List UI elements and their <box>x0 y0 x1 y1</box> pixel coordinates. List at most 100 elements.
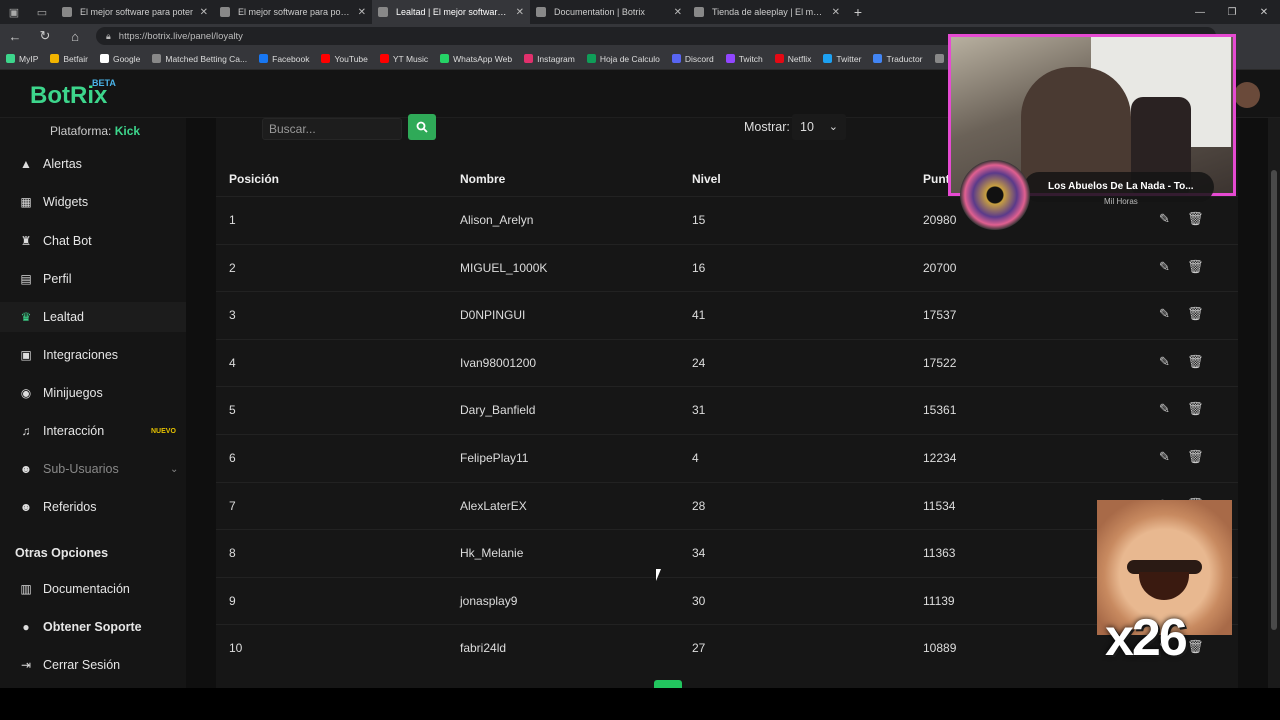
maximize-icon[interactable]: ❐ <box>1216 7 1248 18</box>
grid-icon: ▦ <box>20 195 32 209</box>
bookmark-icon <box>152 54 162 63</box>
close-tab-icon[interactable]: ✕ <box>674 7 682 18</box>
warning-icon: ▲ <box>20 157 32 171</box>
sidebar-item-chat-bot[interactable]: ♜ Chat Bot <box>0 226 186 256</box>
bookmark-label: Netflix <box>787 53 812 64</box>
bookmark-item[interactable]: Betfair <box>50 54 88 64</box>
browser-tab[interactable]: Tienda de aleeplay | El mejor softw ✕ <box>688 0 846 24</box>
sidebar-item-sub-usuarios[interactable]: ☻ Sub-Usuarios ⌄ <box>0 454 186 484</box>
sidebar-item-label: Interacción <box>43 424 105 438</box>
cell-points: 11363 <box>923 546 956 561</box>
delete-trash-icon[interactable]: 🗑︎ <box>1187 306 1204 322</box>
bookmark-item[interactable]: Netflix <box>774 53 812 64</box>
edit-pencil-icon[interactable]: ✎ <box>1159 306 1170 322</box>
bookmark-item[interactable]: Traductor <box>873 54 923 64</box>
edit-pencil-icon[interactable]: ✎ <box>1159 354 1170 370</box>
tab-actions-icon[interactable]: ▭ <box>28 0 56 24</box>
sidebar-item-label: Documentación <box>43 582 130 596</box>
header-name[interactable]: Nombre <box>460 172 505 186</box>
browser-menu-icon[interactable]: ▣ <box>0 0 28 24</box>
favicon-icon <box>536 7 546 17</box>
sidebar-item-documentaci-n[interactable]: ▥ Documentación <box>0 574 186 604</box>
sidebar-item-referidos[interactable]: ☻ Referidos <box>0 492 186 522</box>
bookmark-label: MyIP <box>19 53 39 64</box>
edit-pencil-icon[interactable]: ✎ <box>1159 259 1170 275</box>
sidebar-item-widgets[interactable]: ▦ Widgets <box>0 187 186 217</box>
delete-trash-icon[interactable]: 🗑︎ <box>1187 354 1204 370</box>
bookmark-item[interactable]: YT Music <box>379 54 428 64</box>
home-icon[interactable]: ⌂ <box>60 29 90 44</box>
sidebar-item-perfil[interactable]: ▤ Perfil <box>0 264 186 294</box>
delete-trash-icon[interactable]: 🗑︎ <box>1187 401 1204 417</box>
search-input[interactable]: Buscar... <box>262 118 402 140</box>
header-position[interactable]: Posición <box>229 172 279 186</box>
cell-name: jonasplay9 <box>460 593 518 608</box>
bookmark-label: Twitter <box>836 53 862 64</box>
sidebar-item-label: Minijuegos <box>43 386 103 400</box>
scrollbar-thumb[interactable] <box>1271 170 1277 630</box>
sidebar-item-integraciones[interactable]: ▣ Integraciones <box>0 340 186 370</box>
close-tab-icon[interactable]: ✕ <box>516 7 524 18</box>
bookmark-item[interactable]: Twitch <box>725 54 763 64</box>
beta-badge: BETA <box>92 78 116 88</box>
sidebar-item-label: Widgets <box>43 195 89 209</box>
bookmark-item[interactable]: Matched Betting Ca... <box>152 54 247 64</box>
bookmark-item[interactable]: Facebook <box>259 54 309 64</box>
id-card-icon: ▤ <box>20 272 32 286</box>
bookmark-item[interactable]: YouTube <box>321 54 368 64</box>
platform-value: Kick <box>114 124 141 138</box>
other-options-title: Otras Opciones <box>15 546 109 560</box>
sidebar-item-label: Chat Bot <box>43 234 92 248</box>
close-tab-icon[interactable]: ✕ <box>358 7 366 18</box>
bookmark-item[interactable]: MyIP <box>6 54 38 64</box>
close-tab-icon[interactable]: ✕ <box>200 7 208 18</box>
cell-position: 8 <box>229 546 236 561</box>
bookmark-item[interactable]: Google <box>99 54 140 64</box>
delete-trash-icon[interactable]: 🗑︎ <box>1187 259 1204 275</box>
delete-trash-icon[interactable]: 🗑︎ <box>1187 449 1204 465</box>
cell-name: Hk_Melanie <box>460 546 524 561</box>
show-entries-select[interactable]: 10 ⌄ <box>792 114 846 140</box>
sidebar-item-interacci-n[interactable]: ♫ Interacción NUEVO <box>0 416 186 446</box>
reload-icon[interactable]: ↻ <box>30 28 60 44</box>
bookmark-item[interactable]: WhatsApp Web <box>440 54 512 64</box>
botrix-logo[interactable]: BotRix BETA <box>30 78 116 110</box>
browser-tab[interactable]: Lealtad | El mejor software para p ✕ <box>372 0 530 24</box>
close-tab-icon[interactable]: ✕ <box>832 7 840 18</box>
bookmark-item[interactable]: Twitter <box>823 54 861 64</box>
page-scrollbar[interactable] <box>1268 118 1280 688</box>
search-button[interactable] <box>408 114 436 140</box>
minimize-icon[interactable]: — <box>1184 7 1216 18</box>
cell-position: 2 <box>229 260 236 275</box>
sidebar-item-alertas[interactable]: ▲ Alertas <box>0 149 186 179</box>
sidebar-item-obtener-soporte[interactable]: ● Obtener Soporte <box>0 612 186 642</box>
sidebar-item-cerrar-sesi-n[interactable]: ⇥ Cerrar Sesión <box>0 650 186 680</box>
bookmark-label: Discord <box>684 53 714 64</box>
back-icon[interactable]: ← <box>0 29 30 44</box>
chevron-down-icon[interactable]: ⌄ <box>170 464 178 475</box>
table-row: 2 MIGUEL_1000K 16 20700 ✎ 🗑︎ <box>216 243 1238 291</box>
bookmark-label: Matched Betting Ca... <box>165 53 248 64</box>
cell-points: 20700 <box>923 260 957 275</box>
sidebar-item-lealtad[interactable]: ♛ Lealtad <box>0 302 186 332</box>
bookmark-item[interactable]: Hoja de Calculo <box>586 54 660 64</box>
bookmark-item[interactable]: Discord <box>671 53 714 64</box>
header-level[interactable]: Nivel <box>692 172 721 186</box>
table-row: 8Hk_Melanie3411363✎🗑︎ <box>216 529 1238 576</box>
browser-tab[interactable]: El mejor software para poter ✕ <box>56 0 214 24</box>
edit-pencil-icon[interactable]: ✎ <box>1159 401 1170 417</box>
edit-pencil-icon[interactable]: ✎ <box>1159 449 1170 465</box>
cell-level: 4 <box>692 451 699 465</box>
user-avatar[interactable] <box>1234 82 1260 108</box>
table-row: 9jonasplay93011139✎🗑︎ <box>216 576 1238 624</box>
browser-tab[interactable]: Documentation | Botrix ✕ <box>530 0 688 24</box>
close-window-icon[interactable]: ✕ <box>1248 7 1280 18</box>
scroll-to-top-button[interactable] <box>654 680 682 688</box>
bookmark-item[interactable]: Instagram <box>524 54 575 64</box>
gamepad-icon: ◉ <box>20 386 32 400</box>
browser-tab[interactable]: El mejor software para potenciar ✕ <box>214 0 372 24</box>
sidebar-item-minijuegos[interactable]: ◉ Minijuegos <box>0 378 186 408</box>
cell-name: FelipePlay11 <box>460 451 529 465</box>
tab-title: El mejor software para potenciar <box>238 7 352 17</box>
new-tab-button[interactable]: + <box>846 4 870 20</box>
